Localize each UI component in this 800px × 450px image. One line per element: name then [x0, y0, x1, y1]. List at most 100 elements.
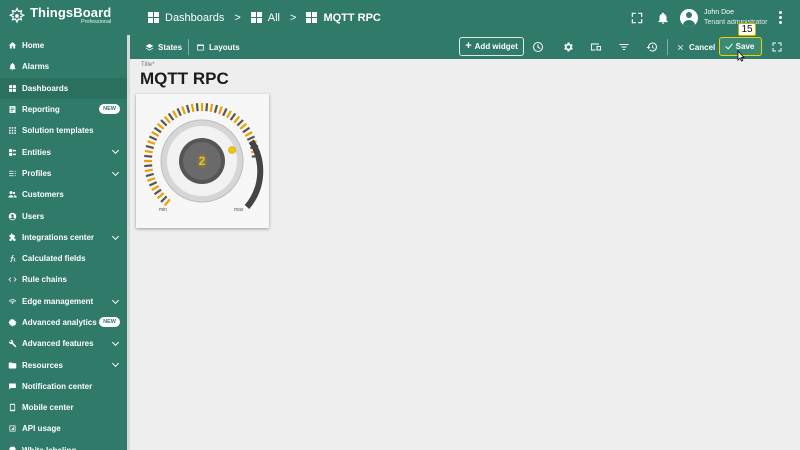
knob-scale-tick	[181, 106, 186, 115]
home-icon	[8, 41, 17, 50]
edge-icon	[8, 297, 17, 306]
account-avatar-icon[interactable]	[680, 8, 698, 27]
knob-scale-tick	[144, 154, 153, 158]
sidebar-item-alarms[interactable]: Alarms	[0, 56, 130, 77]
dashboard-toolbar: States Layouts + Add widget Cancel Save	[130, 35, 800, 59]
analytics-icon	[8, 318, 17, 327]
sidebar-item-resources[interactable]: Resources	[0, 354, 130, 375]
user-role: Tenant administrator	[704, 18, 768, 26]
layouts-button[interactable]: Layouts	[196, 35, 240, 59]
toolbar-divider	[188, 39, 189, 55]
sidebar-item-mobile-center[interactable]: Mobile center	[0, 397, 130, 418]
breadcrumb-dashboards[interactable]: Dashboards	[148, 12, 224, 24]
sidebar-item-entities[interactable]: Entities	[0, 141, 130, 162]
knob-scale-tick	[156, 192, 165, 200]
sidebar-item-customers[interactable]: Customers	[0, 184, 130, 205]
sidebar-item-profiles[interactable]: Profiles	[0, 163, 130, 184]
knob-scale-tick	[144, 168, 153, 173]
mobile-icon	[8, 403, 17, 412]
sidebar-item-label: Alarms	[22, 62, 50, 72]
settings-icon[interactable]	[561, 40, 575, 54]
dashboard-icon	[250, 12, 262, 23]
sidebar-item-reporting[interactable]: Reporting NEW	[0, 99, 130, 120]
sidebar-item-users[interactable]: Users	[0, 205, 130, 226]
sidebar-item-label: Notification center	[22, 381, 93, 391]
sidebar-item-integrations-center[interactable]: Integrations center	[0, 227, 130, 248]
knob-scale-tick	[145, 144, 154, 150]
knob-min-label: min	[159, 207, 168, 213]
sidebar-item-label: Customers	[22, 190, 64, 200]
sidebar-item-label: Entities	[22, 147, 51, 157]
user-info[interactable]: John Doe Tenant administrator	[704, 8, 770, 28]
white-labeling-icon	[8, 446, 17, 450]
profiles-icon	[8, 169, 17, 178]
fullscreen-icon[interactable]	[770, 40, 784, 54]
knob-scale-tick	[236, 119, 244, 127]
knob-scale-tick	[148, 181, 158, 187]
logo-name: ThingsBoard	[30, 5, 112, 20]
breadcrumb-label: All	[267, 11, 280, 24]
folder-icon	[8, 361, 17, 370]
sidebar-item-advanced-analytics[interactable]: Advanced analytics NEW	[0, 312, 130, 333]
layers-icon	[145, 43, 154, 51]
sidebar-item-advanced-features[interactable]: Advanced features	[0, 333, 130, 354]
thingsboard-logo[interactable]: ThingsBoard Professional	[8, 6, 111, 26]
knob-scale-tick	[153, 126, 162, 134]
cancel-button[interactable]: Cancel	[676, 35, 715, 59]
user-name: John Doe	[704, 8, 734, 16]
sidebar-item-dashboards[interactable]: Dashboards	[0, 77, 130, 99]
sidebar-item-label: White labeling	[22, 446, 76, 450]
breadcrumb-all[interactable]: All	[250, 11, 280, 24]
sidebar-scrollbar[interactable]	[127, 35, 130, 450]
filters-icon[interactable]	[617, 40, 631, 54]
sidebar-item-label: Home	[22, 41, 45, 51]
knob-scale-tick	[151, 131, 160, 137]
dashboard-title[interactable]: MQTT RPC	[140, 69, 229, 89]
tools-icon	[8, 339, 17, 348]
sidebar-item-notification-center[interactable]: Notification center	[0, 376, 130, 397]
aliases-icon[interactable]	[589, 40, 603, 54]
knob-scale-tick	[144, 164, 153, 168]
version-history-icon[interactable]	[645, 40, 659, 54]
chevron-down-icon[interactable]	[111, 147, 120, 155]
new-badge: NEW	[99, 316, 120, 327]
breadcrumb-separator: >	[290, 11, 297, 24]
chevron-down-icon[interactable]	[111, 360, 120, 368]
title-field-label: Title*	[141, 62, 155, 68]
more-vert-icon[interactable]	[774, 11, 786, 24]
sidebar-item-label: Advanced features	[22, 339, 94, 349]
sidebar-item-label: Integrations center	[22, 232, 95, 242]
sidebar-item-solution-templates[interactable]: Solution templates	[0, 120, 130, 141]
knob-scale-tick	[163, 115, 171, 124]
entities-icon	[8, 148, 17, 157]
code-icon	[8, 275, 17, 284]
states-button[interactable]: States	[145, 35, 182, 59]
dashboard-icon	[8, 84, 17, 93]
add-widget-button[interactable]: + Add widget	[459, 37, 524, 56]
sidebar-item-rule-chains[interactable]: Rule chains	[0, 269, 130, 290]
header-actions: John Doe Tenant administrator	[620, 0, 786, 35]
knob-value: 2	[198, 154, 206, 168]
sidebar-item-calculated-fields[interactable]: Calculated fields	[0, 248, 130, 269]
sidebar-item-home[interactable]: Home	[0, 35, 130, 56]
layouts-icon	[197, 44, 204, 50]
chevron-down-icon[interactable]	[111, 296, 120, 304]
chevron-down-icon[interactable]	[111, 339, 120, 347]
chevron-down-icon[interactable]	[111, 168, 120, 176]
notifications-bell-icon[interactable]	[654, 9, 672, 27]
timewindow-icon[interactable]	[531, 40, 545, 54]
function-icon	[8, 254, 17, 263]
cancel-label: Cancel	[689, 42, 716, 52]
sidebar-item-edge-management[interactable]: Edge management	[0, 291, 130, 312]
knob-scale-tick	[153, 188, 162, 196]
chevron-down-icon[interactable]	[111, 232, 120, 240]
sidebar-item-api-usage[interactable]: API usage	[0, 418, 130, 439]
close-icon	[677, 44, 684, 50]
fullscreen-icon[interactable]	[628, 9, 646, 27]
knob-control-widget[interactable]: 2 min max	[136, 94, 269, 228]
dashboard-icon	[148, 12, 159, 23]
knob-scale-tick	[172, 110, 178, 119]
sidebar-item-white-labeling[interactable]: White labeling	[0, 440, 130, 450]
states-label: States	[158, 42, 183, 52]
knob-scale-tick	[156, 122, 165, 130]
